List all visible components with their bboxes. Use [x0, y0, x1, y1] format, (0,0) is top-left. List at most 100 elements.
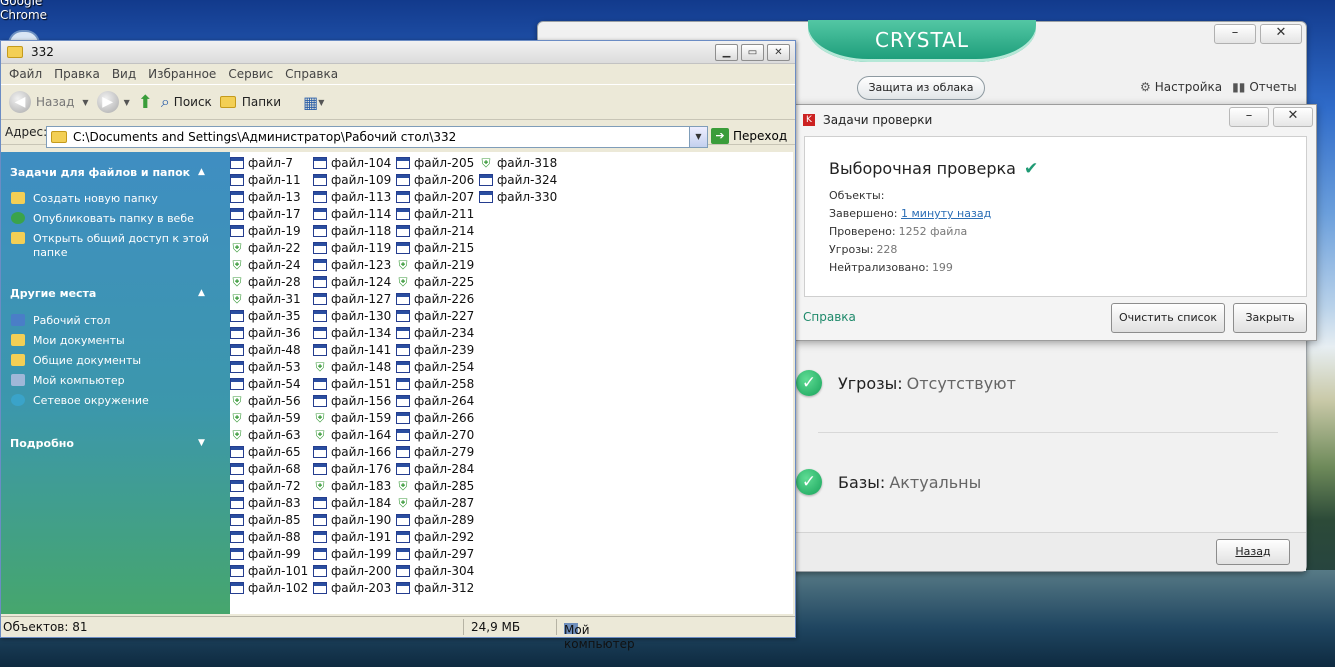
file-item[interactable]: файл-102 — [230, 579, 308, 596]
expand-icon[interactable]: ▼ — [198, 438, 205, 448]
threats-status[interactable]: ✓ Угрозы: Отсутствуют — [796, 363, 1276, 403]
file-item[interactable]: файл-99 — [230, 545, 301, 562]
place-my-documents[interactable]: Мои документы — [11, 334, 211, 348]
menu-favorites[interactable]: Избранное — [142, 67, 222, 81]
menu-file[interactable]: Файл — [3, 67, 48, 81]
file-item[interactable]: ⛨ файл-31 — [230, 290, 300, 307]
file-item[interactable]: ⛨ файл-159 — [313, 409, 391, 426]
file-item[interactable]: файл-215 — [396, 239, 474, 256]
file-item[interactable]: файл-118 — [313, 222, 391, 239]
file-item[interactable]: файл-207 — [396, 188, 474, 205]
file-item[interactable]: файл-36 — [230, 324, 301, 341]
views-button[interactable]: ▦ ▼ — [303, 93, 324, 112]
file-item[interactable]: файл-17 — [230, 205, 301, 222]
close-button[interactable]: ✕ — [1260, 24, 1302, 44]
file-item[interactable]: файл-124 — [313, 273, 391, 290]
file-item[interactable]: ⛨ файл-28 — [230, 273, 300, 290]
file-item[interactable]: файл-176 — [313, 460, 391, 477]
file-item[interactable]: файл-279 — [396, 443, 474, 460]
file-item[interactable]: файл-54 — [230, 375, 301, 392]
task-publish-web[interactable]: Опубликовать папку в вебе — [11, 212, 211, 226]
help-link[interactable]: Справка — [803, 310, 856, 324]
dialog-close-button[interactable]: ✕ — [1273, 107, 1313, 127]
file-item[interactable]: файл-190 — [313, 511, 391, 528]
file-item[interactable]: файл-330 — [479, 188, 557, 205]
chrome-shortcut-label[interactable]: Google Chrome — [0, 0, 47, 22]
menu-help[interactable]: Справка — [279, 67, 344, 81]
file-item[interactable]: ⛨ файл-56 — [230, 392, 300, 409]
file-item[interactable]: ⛨ файл-59 — [230, 409, 300, 426]
address-input[interactable]: C:\Documents and Settings\Администратор\… — [46, 126, 708, 148]
go-button[interactable]: ➔ Переход — [711, 128, 787, 144]
menu-edit[interactable]: Правка — [48, 67, 106, 81]
file-item[interactable]: файл-297 — [396, 545, 474, 562]
file-item[interactable]: файл-289 — [396, 511, 474, 528]
file-item[interactable]: файл-53 — [230, 358, 301, 375]
file-item[interactable]: файл-113 — [313, 188, 391, 205]
file-item[interactable]: файл-206 — [396, 171, 474, 188]
menu-tools[interactable]: Сервис — [222, 67, 279, 81]
place-network[interactable]: Сетевое окружение — [11, 394, 211, 408]
file-item[interactable]: файл-227 — [396, 307, 474, 324]
folders-button[interactable]: Папки — [219, 95, 281, 109]
dialog-minimize-button[interactable]: – — [1229, 107, 1269, 127]
file-item[interactable]: файл-104 — [313, 154, 391, 171]
file-item[interactable]: файл-258 — [396, 375, 474, 392]
file-item[interactable]: файл-254 — [396, 358, 474, 375]
file-item[interactable]: файл-284 — [396, 460, 474, 477]
file-item[interactable]: файл-127 — [313, 290, 391, 307]
collapse-icon[interactable]: ▲ — [198, 288, 205, 298]
file-item[interactable]: файл-191 — [313, 528, 391, 545]
file-item[interactable]: файл-88 — [230, 528, 301, 545]
file-item[interactable]: файл-72 — [230, 477, 301, 494]
file-item[interactable]: ⛨ файл-63 — [230, 426, 300, 443]
file-item[interactable]: ⛨ файл-225 — [396, 273, 474, 290]
file-item[interactable]: файл-83 — [230, 494, 301, 511]
explorer-titlebar[interactable]: 332 ▁ ▭ ✕ — [1, 41, 795, 64]
file-item[interactable]: файл-101 — [230, 562, 308, 579]
file-item[interactable]: файл-292 — [396, 528, 474, 545]
close-dialog-button[interactable]: Закрыть — [1233, 303, 1307, 333]
collapse-icon[interactable]: ▲ — [198, 167, 205, 177]
file-item[interactable]: файл-134 — [313, 324, 391, 341]
settings-link[interactable]: ⚙ Настройка — [1140, 80, 1222, 94]
file-item[interactable]: файл-211 — [396, 205, 474, 222]
file-item[interactable]: файл-166 — [313, 443, 391, 460]
minimize-button[interactable]: – — [1214, 24, 1256, 44]
file-item[interactable]: ⛨ файл-164 — [313, 426, 391, 443]
file-item[interactable]: файл-200 — [313, 562, 391, 579]
menu-view[interactable]: Вид — [106, 67, 142, 81]
reports-link[interactable]: ▮▮ Отчеты — [1232, 80, 1297, 94]
file-item[interactable]: файл-199 — [313, 545, 391, 562]
close-button[interactable]: ✕ — [767, 44, 790, 61]
clear-list-button[interactable]: Очистить список — [1111, 303, 1225, 333]
file-item[interactable]: ⛨ файл-219 — [396, 256, 474, 273]
file-item[interactable]: файл-19 — [230, 222, 301, 239]
file-item[interactable]: ⛨ файл-148 — [313, 358, 391, 375]
back-button[interactable]: Назад — [1216, 539, 1290, 565]
file-item[interactable]: файл-11 — [230, 171, 301, 188]
file-item[interactable]: файл-239 — [396, 341, 474, 358]
file-item[interactable]: ⛨ файл-22 — [230, 239, 300, 256]
place-shared-documents[interactable]: Общие документы — [11, 354, 211, 368]
place-my-computer[interactable]: Мой компьютер — [11, 374, 211, 388]
file-item[interactable]: файл-184 — [313, 494, 391, 511]
file-item[interactable]: файл-226 — [396, 290, 474, 307]
maximize-button[interactable]: ▭ — [741, 44, 764, 61]
file-item[interactable]: файл-65 — [230, 443, 301, 460]
minimize-button[interactable]: ▁ — [715, 44, 738, 61]
file-item[interactable]: файл-270 — [396, 426, 474, 443]
file-item[interactable]: файл-109 — [313, 171, 391, 188]
tasks-header[interactable]: Задачи для файлов и папок — [10, 166, 190, 179]
file-item[interactable]: файл-205 — [396, 154, 474, 171]
cloud-protection-button[interactable]: Защита из облака — [857, 76, 985, 100]
file-item[interactable]: файл-156 — [313, 392, 391, 409]
file-item[interactable]: ⛨ файл-318 — [479, 154, 557, 171]
back-button[interactable]: ◀ Назад ▼ — [9, 91, 89, 113]
file-item[interactable]: файл-266 — [396, 409, 474, 426]
file-item[interactable]: файл-123 — [313, 256, 391, 273]
file-item[interactable]: файл-312 — [396, 579, 474, 596]
file-item[interactable]: файл-214 — [396, 222, 474, 239]
place-desktop[interactable]: Рабочий стол — [11, 314, 211, 328]
details-header[interactable]: Подробно — [10, 437, 74, 450]
